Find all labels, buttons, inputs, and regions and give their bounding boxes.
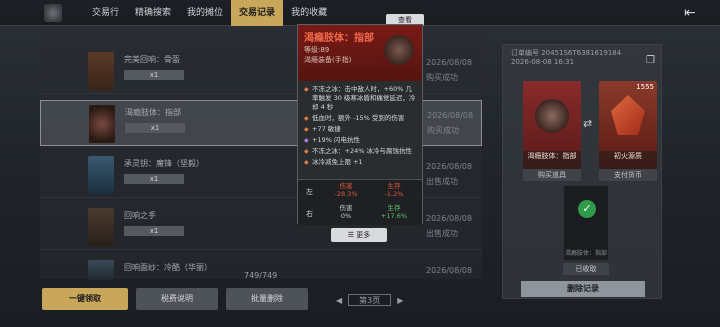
attribute-line: +19% 闪电抗性 bbox=[304, 136, 418, 145]
attribute-line: 不冻之冰：击中敌人时，+60% 几率触发 30 级寒冰盾和痛觉延迟，冷却 4 秒 bbox=[304, 85, 418, 112]
attribute-list: 不冻之冰：击中敌人时，+60% 几率触发 30 级寒冰盾和痛觉延迟，冷却 4 秒… bbox=[304, 85, 418, 169]
batch-delete-button[interactable]: 批量删除 bbox=[226, 288, 308, 310]
page-indicator[interactable]: 第3页 bbox=[348, 294, 392, 306]
claim-all-button[interactable]: 一键领取 bbox=[42, 288, 128, 310]
damage-value: -28.3% bbox=[334, 190, 358, 198]
item-quantity: x1 bbox=[124, 70, 184, 80]
tab-trade-records[interactable]: 交易记录 bbox=[231, 0, 284, 26]
item-thumbnail bbox=[88, 260, 114, 280]
more-label: 更多 bbox=[356, 231, 371, 239]
received-item-card[interactable]: ✓ 渴瘾肢体：指部 bbox=[563, 185, 609, 261]
item-quantity: x1 bbox=[124, 226, 184, 236]
currency-amount: 1555 bbox=[636, 83, 654, 91]
item-thumbnail bbox=[88, 208, 114, 246]
survival-delta: 生存 +17.6% bbox=[374, 204, 414, 220]
top-bar: 交易行 精确搜索 我的摊位 交易记录 我的收藏 ⇤ bbox=[0, 0, 720, 26]
survival-value: +17.6% bbox=[380, 212, 408, 220]
pagination: ◀ 第3页 ▶ bbox=[336, 294, 403, 306]
compare-side: 左 bbox=[306, 188, 313, 196]
item-name: 回响面纱：冷酷（华丽） bbox=[124, 263, 212, 272]
delete-record-button[interactable]: 删除记录 bbox=[521, 281, 645, 297]
survival-value: -1.2% bbox=[384, 190, 404, 198]
survival-delta: 生存 -1.2% bbox=[374, 182, 414, 198]
tooltip-header: 渴瘾肢体：指部 等级:89 渴瘾装备(手指) bbox=[298, 25, 422, 81]
survival-label: 生存 bbox=[387, 204, 401, 212]
next-page-icon[interactable]: ▶ bbox=[397, 296, 403, 305]
compare-left-row: 左 伤害 -28.3% 生存 -1.2% bbox=[298, 182, 422, 202]
purchased-item-card[interactable]: 渴瘾肢体：指部 bbox=[523, 81, 581, 169]
exchange-icon: ⇄ bbox=[583, 117, 593, 130]
damage-value: 0% bbox=[340, 212, 352, 220]
attribute-line: +77 敏捷 bbox=[304, 125, 418, 134]
tab-my-stall[interactable]: 我的摊位 bbox=[179, 0, 231, 26]
item-name: 渴瘾肢体：指部 bbox=[125, 108, 181, 117]
tab-trading-house[interactable]: 交易行 bbox=[84, 0, 127, 26]
item-thumbnail bbox=[89, 105, 115, 143]
received-status: 已收取 bbox=[563, 263, 609, 275]
purchased-item-caption: 购买道具 bbox=[523, 169, 581, 181]
received-item-label: 渴瘾肢体：指部 bbox=[564, 250, 607, 257]
order-id: 订单编号 20451S6T6381619184 bbox=[511, 49, 622, 57]
trade-date: 2026/08/08 bbox=[426, 266, 473, 275]
order-time: 2026-08-08 16:31 bbox=[511, 58, 575, 66]
item-quantity: x1 bbox=[125, 123, 185, 133]
menu-icon: ☰ bbox=[347, 231, 355, 239]
nav-tabs: 交易行 精确搜索 我的摊位 交易记录 我的收藏 bbox=[84, 0, 335, 26]
more-button[interactable]: ☰ 更多 bbox=[331, 228, 387, 242]
survival-label: 生存 bbox=[387, 182, 401, 190]
stat-comparison: 左 伤害 -28.3% 生存 -1.2% 右 伤害 0% 生存 +17.6% bbox=[298, 179, 422, 225]
item-level: 等级:89 bbox=[304, 46, 330, 54]
item-type: 渴瘾装备(手指) bbox=[304, 56, 352, 64]
trade-status: 出售成功 bbox=[426, 177, 458, 186]
tax-info-button[interactable]: 税费说明 bbox=[136, 288, 218, 310]
compare-right-row: 右 伤害 0% 生存 +17.6% bbox=[298, 204, 422, 224]
tab-my-favorites[interactable]: 我的收藏 bbox=[283, 0, 335, 26]
item-name: 回响之手 bbox=[124, 211, 156, 220]
trade-date: 2026/08/08 bbox=[426, 162, 473, 171]
card-label: 渴瘾肢体：指部 bbox=[523, 151, 581, 169]
order-number: 订单编号 20451S6T6381619184 2026-08-08 16:31 bbox=[511, 49, 621, 67]
prev-page-icon[interactable]: ◀ bbox=[336, 296, 342, 305]
attribute-line: 冰冷减免上限 +1 bbox=[304, 158, 418, 167]
record-count: 749/749 bbox=[244, 271, 278, 280]
tooltip-title: 渴瘾肢体：指部 bbox=[304, 33, 374, 44]
attribute-line: 不冻之冰：+24% 冰冷与腐蚀抗性 bbox=[304, 147, 418, 156]
tab-precise-search[interactable]: 精确搜索 bbox=[127, 0, 179, 26]
damage-delta: 伤害 0% bbox=[326, 204, 366, 220]
item-thumbnail bbox=[88, 52, 114, 90]
trade-status: 购买成功 bbox=[426, 73, 458, 82]
damage-label: 伤害 bbox=[339, 204, 353, 212]
trade-status: 购买成功 bbox=[427, 126, 459, 135]
item-image bbox=[535, 99, 569, 133]
item-thumbnail bbox=[88, 156, 114, 194]
trade-date: 2026/08/08 bbox=[426, 214, 473, 223]
check-icon: ✓ bbox=[578, 200, 596, 218]
crystal-icon bbox=[611, 95, 645, 135]
compare-side: 右 bbox=[306, 210, 313, 218]
copy-icon[interactable]: ❐ bbox=[646, 55, 655, 66]
payment-currency-card[interactable]: 1555 初火源质 bbox=[599, 81, 657, 169]
item-quantity: x1 bbox=[124, 174, 184, 184]
item-name: 完美回响：骨盔 bbox=[124, 55, 180, 64]
damage-delta: 伤害 -28.3% bbox=[326, 182, 366, 198]
item-tooltip: 渴瘾肢体：指部 等级:89 渴瘾装备(手指) 不冻之冰：击中敌人时，+60% 几… bbox=[297, 24, 423, 225]
trade-date: 2026/08/08 bbox=[427, 111, 474, 120]
damage-label: 伤害 bbox=[339, 182, 353, 190]
back-arrow-icon[interactable]: ⇤ bbox=[684, 5, 706, 21]
item-image bbox=[384, 35, 414, 65]
payment-currency-caption: 支付货币 bbox=[599, 169, 657, 181]
item-name: 承灵钥：魔锋（坚毅） bbox=[124, 159, 204, 168]
trade-status: 出售成功 bbox=[426, 229, 458, 238]
attribute-line: 低血时，额外 -15% 受到的伤害 bbox=[304, 114, 418, 123]
card-label: 初火源质 bbox=[599, 151, 657, 169]
record-detail-panel: 订单编号 20451S6T6381619184 2026-08-08 16:31… bbox=[502, 44, 662, 299]
game-logo-icon bbox=[44, 4, 62, 22]
trade-date: 2026/08/08 bbox=[426, 58, 473, 67]
